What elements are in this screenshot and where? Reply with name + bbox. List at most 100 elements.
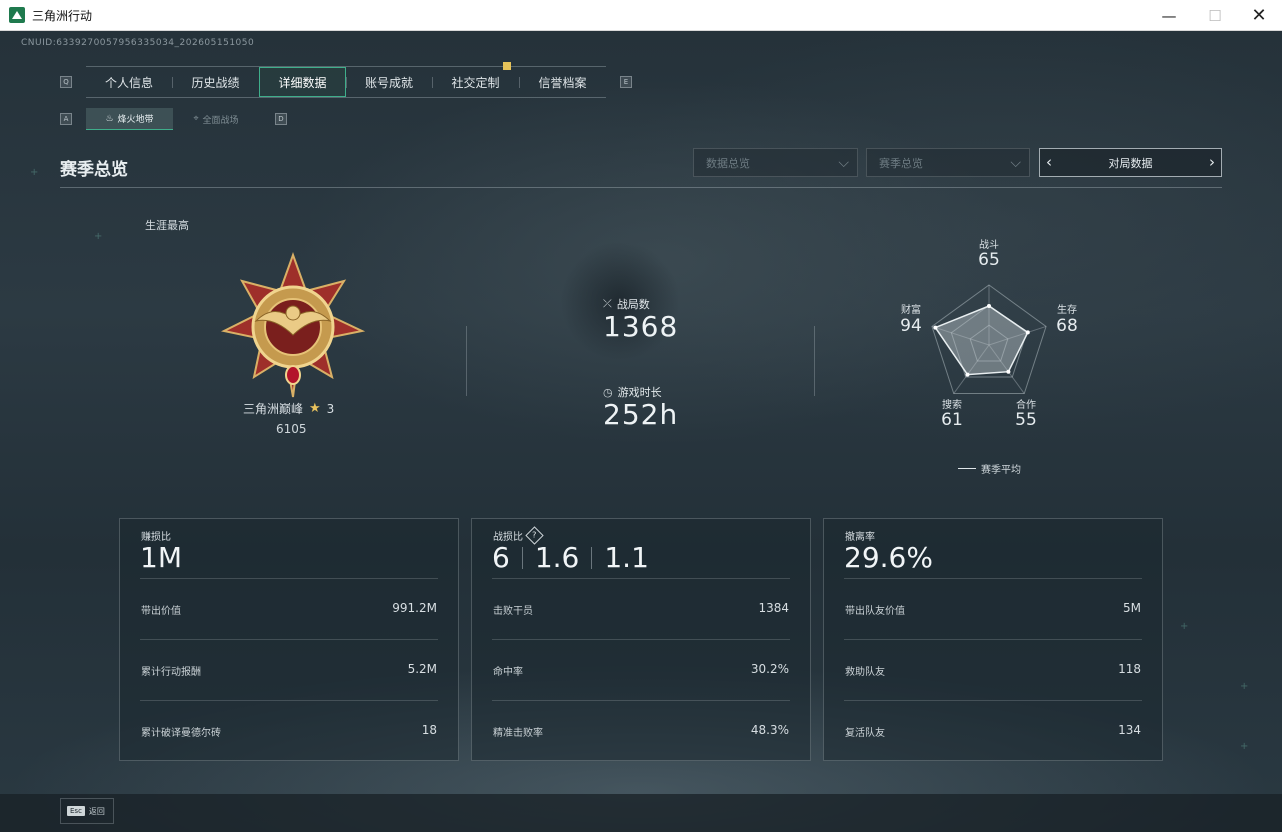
ability-radar: 战斗 65 生存 68 合作 55 搜索 61 财富 94 <box>880 231 1100 461</box>
profit-ratio-card: 赚损比 1M 带出价值 991.2M 累计行动报酬 5.2M 累计破译曼德尔砖 … <box>119 518 459 761</box>
tab-history[interactable]: 历史战绩 <box>172 67 259 97</box>
card-divider <box>140 639 438 640</box>
card-row-value: 5M <box>1123 601 1141 615</box>
card-row-label: 累计破译曼德尔砖 <box>141 728 221 739</box>
radar-value-survival: 68 <box>1056 316 1078 336</box>
card-main-value: 29.6% <box>844 541 933 574</box>
card-row-label: 复活队友 <box>845 728 885 739</box>
card-main-value: 6 1.6 1.1 <box>492 541 649 574</box>
section-divider <box>60 187 1222 188</box>
season-dropdown-value: 赛季总览 <box>879 156 923 170</box>
page-title: 赛季总览 <box>60 160 128 180</box>
data-overview-dropdown[interactable]: 数据总览 ⌵ <box>693 148 858 177</box>
decor-plus-icon: + <box>30 167 39 178</box>
minimize-button[interactable]: — <box>1146 0 1192 31</box>
card-row-value: 118 <box>1118 662 1141 676</box>
card-divider <box>492 578 790 579</box>
match-data-selector[interactable]: ‹ 对局数据 › <box>1039 148 1222 177</box>
user-id-text: CNUID:6339270057956335034_202605151050 <box>21 38 255 48</box>
main-tabs: 个人信息 历史战绩 详细数据 账号成就 社交定制 信誉档案 <box>86 62 606 98</box>
rank-title: 三角洲巅峰 ★ 3 <box>243 400 334 417</box>
flame-icon: ♨ <box>105 113 114 124</box>
subtab-prev-key[interactable]: A <box>60 113 72 125</box>
maximize-button[interactable]: ☐ <box>1192 0 1238 31</box>
decor-plus-icon: + <box>94 231 103 242</box>
chevron-down-icon: ⌵ <box>1010 155 1021 171</box>
card-row-label: 救助队友 <box>845 667 885 678</box>
card-row-label: 命中率 <box>493 667 523 678</box>
profit-ratio-value: 1M <box>140 541 182 574</box>
playtime-value: 252h <box>603 398 679 431</box>
rank-name: 三角洲巅峰 <box>243 402 304 416</box>
radar-score-area <box>934 305 1029 376</box>
radar-label-survival: 生存 <box>1057 305 1077 316</box>
card-row-label: 精准击败率 <box>493 728 543 739</box>
rank-score: 6105 <box>276 422 307 436</box>
window-title: 三角洲行动 <box>32 8 93 23</box>
game-viewport: CNUID:6339270057956335034_202605151050 +… <box>0 31 1282 832</box>
footer-bar <box>0 794 1282 832</box>
card-row-label: 带出价值 <box>141 606 181 617</box>
decor-plus-icon: + <box>1180 621 1189 632</box>
clock-icon: ◷ <box>603 385 613 399</box>
tab-social[interactable]: 社交定制 <box>432 62 519 97</box>
card-divider <box>492 639 790 640</box>
subtab-next-key[interactable]: D <box>275 113 287 125</box>
radar-value-combat: 65 <box>978 250 1000 270</box>
radar-label-teamwork: 合作 <box>1016 400 1036 411</box>
tab-detailed-data[interactable]: 详细数据 <box>259 67 346 97</box>
chevron-right-icon[interactable]: › <box>1209 153 1215 171</box>
tab-hazard-zone[interactable]: ♨ 烽火地带 <box>86 108 173 130</box>
close-button[interactable]: ✕ <box>1236 0 1282 31</box>
kd-value-1: 6 <box>492 541 510 574</box>
tab-prev-key[interactable]: Q <box>60 76 72 88</box>
esc-key: Esc <box>67 806 85 816</box>
crossed-swords-icon: ⤫ <box>603 297 612 310</box>
radar-label-search: 搜索 <box>942 400 962 411</box>
career-best-label: 生涯最高 <box>145 219 189 232</box>
divider <box>466 326 467 396</box>
decor-plus-icon: + <box>1240 741 1249 752</box>
card-divider <box>844 578 1142 579</box>
extraction-rate-card: 撤离率 29.6% 带出队友价值 5M 救助队友 118 复活队友 134 <box>823 518 1163 761</box>
value-separator <box>591 546 593 569</box>
kd-value-3: 1.1 <box>604 541 649 574</box>
tab-hazard-zone-label: 烽火地带 <box>117 115 154 125</box>
tab-personal-info[interactable]: 个人信息 <box>86 67 172 97</box>
radar-value-search: 61 <box>941 410 963 430</box>
card-divider <box>140 578 438 579</box>
card-row-value: 134 <box>1118 723 1141 737</box>
radar-point <box>965 372 970 377</box>
card-divider <box>492 700 790 701</box>
legend-line <box>958 468 976 469</box>
help-icon-glyph: ? <box>532 531 537 540</box>
card-main-value: 1M <box>140 541 182 574</box>
card-row-label: 带出队友价值 <box>845 606 905 617</box>
card-row-value: 991.2M <box>392 601 437 615</box>
radar-point <box>933 325 938 330</box>
kd-value-2: 1.6 <box>534 541 580 574</box>
star-icon: ★ <box>309 401 321 416</box>
card-divider <box>844 639 1142 640</box>
crosshair-icon: ⌖ <box>193 114 199 124</box>
card-row-label: 击败干员 <box>493 606 533 617</box>
extraction-rate-value: 29.6% <box>844 541 933 574</box>
kd-ratio-card: 战损比 ? 6 1.6 1.1 击败干员 1384 命中率 30.2% 精准击败… <box>471 518 811 761</box>
card-row-value: 18 <box>421 723 437 737</box>
tab-reputation[interactable]: 信誉档案 <box>519 67 606 97</box>
decor-plus-icon: + <box>1240 681 1249 692</box>
back-button[interactable]: Esc 返回 <box>60 798 114 824</box>
card-row-value: 48.3% <box>750 723 789 737</box>
tab-warfare[interactable]: ⌖ 全面战场 <box>173 108 259 130</box>
app-logo-icon <box>9 7 25 23</box>
card-row-value: 30.2% <box>750 662 789 676</box>
match-data-label: 对局数据 <box>1108 156 1153 170</box>
radar-legend: 赛季平均 <box>958 461 1021 476</box>
card-row-value: 5.2M <box>407 662 437 676</box>
chevron-left-icon[interactable]: ‹ <box>1046 153 1052 171</box>
season-dropdown[interactable]: 赛季总览 ⌵ <box>866 148 1030 177</box>
tab-next-key[interactable]: E <box>620 76 632 88</box>
tab-achievements[interactable]: 账号成就 <box>346 67 432 97</box>
card-divider <box>844 700 1142 701</box>
card-row-value: 1384 <box>758 601 789 615</box>
